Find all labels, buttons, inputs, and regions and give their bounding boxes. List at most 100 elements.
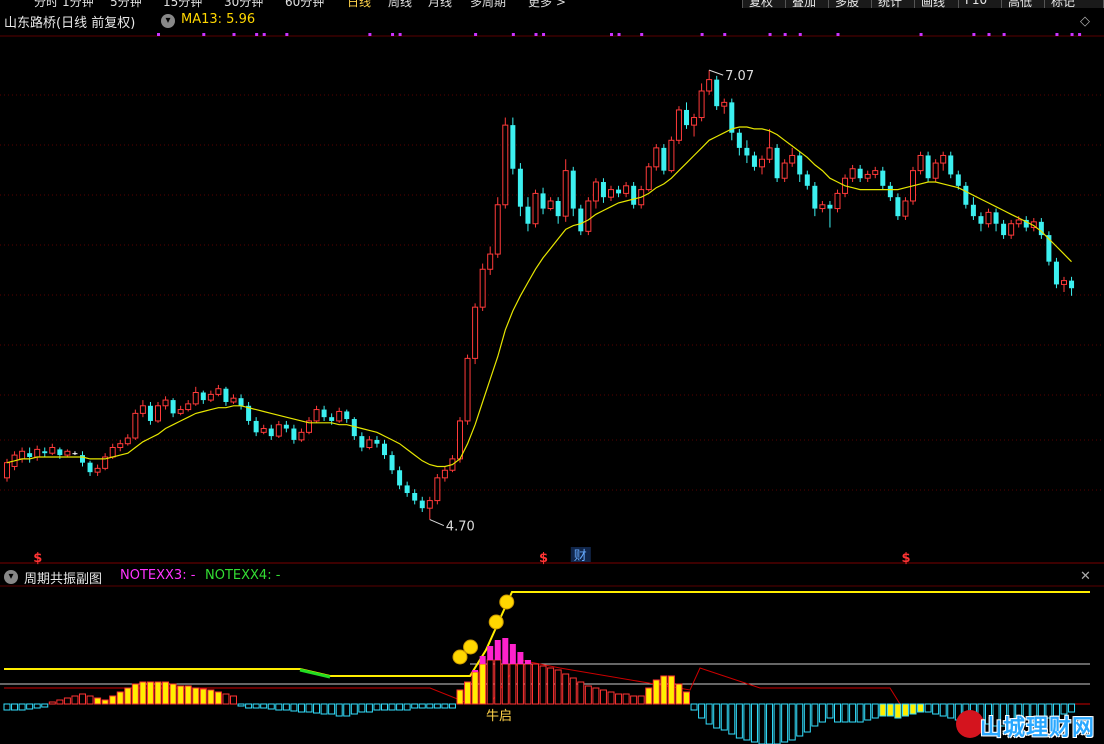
candle-body bbox=[162, 399, 169, 407]
candle-body bbox=[336, 410, 343, 422]
candle bbox=[691, 113, 698, 137]
histogram-bar bbox=[388, 703, 396, 711]
candle-body bbox=[600, 182, 606, 198]
candle-body bbox=[230, 397, 237, 403]
candle bbox=[714, 75, 720, 110]
candle bbox=[985, 208, 992, 228]
signal-dot bbox=[723, 33, 727, 36]
candle-body bbox=[668, 139, 675, 172]
candle-body bbox=[215, 388, 222, 395]
histogram-bar bbox=[524, 663, 532, 705]
candle-body bbox=[721, 101, 728, 107]
high-price-label: 7.07 bbox=[725, 69, 754, 84]
candle bbox=[540, 187, 546, 215]
candle-body bbox=[298, 431, 305, 441]
sub-yellow-line bbox=[4, 591, 1090, 677]
candle-body bbox=[608, 189, 614, 198]
histogram-bar bbox=[652, 679, 660, 705]
candle-body bbox=[510, 125, 516, 169]
histogram-bar bbox=[758, 703, 766, 744]
histogram-bar bbox=[509, 663, 517, 705]
candle bbox=[275, 420, 282, 439]
candle bbox=[759, 155, 765, 175]
low-price-label: 4.70 bbox=[446, 520, 475, 535]
histogram-bar bbox=[411, 703, 419, 709]
signal-dot bbox=[511, 33, 515, 36]
histogram-bar bbox=[358, 703, 366, 713]
histogram-bar bbox=[901, 703, 909, 717]
candle bbox=[464, 354, 471, 425]
candle bbox=[404, 481, 410, 497]
histogram-bar bbox=[131, 683, 139, 705]
histogram-bar bbox=[33, 703, 41, 709]
candle bbox=[177, 405, 184, 416]
histogram-bar bbox=[290, 703, 298, 712]
candlestick-chart[interactable]: 7.07 4.70 $ $ $ 财牛启 bbox=[0, 0, 1104, 744]
histogram-bar bbox=[177, 685, 185, 705]
histogram-bar bbox=[214, 691, 222, 705]
candle bbox=[781, 159, 788, 183]
candle bbox=[668, 136, 675, 173]
histogram-bar bbox=[48, 701, 56, 705]
candle-body bbox=[623, 185, 630, 194]
candle-body bbox=[502, 124, 509, 206]
candle-body bbox=[1015, 219, 1022, 225]
candle bbox=[661, 144, 667, 175]
candle bbox=[510, 117, 516, 175]
candle bbox=[1069, 276, 1075, 296]
histogram-bar bbox=[79, 693, 86, 705]
candle bbox=[804, 170, 810, 190]
signal-dot bbox=[987, 33, 991, 36]
histogram-bar bbox=[630, 695, 638, 705]
histogram-bar bbox=[886, 703, 894, 717]
candle bbox=[441, 466, 448, 482]
candle-body bbox=[804, 174, 810, 186]
histogram-bar bbox=[109, 695, 117, 705]
candle bbox=[260, 424, 267, 435]
histogram-bar bbox=[486, 659, 494, 705]
histogram-bar bbox=[252, 703, 260, 709]
bull-start-label: 牛启 bbox=[486, 709, 512, 724]
candle-body bbox=[457, 420, 463, 460]
signal-dot bbox=[534, 33, 538, 36]
histogram-bar bbox=[584, 685, 592, 705]
candle bbox=[721, 98, 728, 114]
histogram-bar bbox=[154, 681, 162, 705]
candle-body bbox=[631, 185, 637, 205]
histogram-bar bbox=[282, 703, 290, 711]
candle bbox=[321, 405, 327, 421]
histogram-bar bbox=[811, 703, 819, 727]
candle bbox=[283, 420, 289, 433]
candle-body bbox=[117, 443, 124, 448]
candle-body bbox=[155, 405, 161, 422]
candle-body bbox=[698, 90, 705, 119]
candle-body bbox=[661, 147, 667, 171]
signal-dot bbox=[1002, 33, 1006, 36]
histogram-bar bbox=[426, 703, 434, 709]
histogram-bar bbox=[683, 691, 690, 705]
candle bbox=[864, 170, 871, 183]
candle bbox=[751, 151, 757, 171]
candle bbox=[1061, 276, 1067, 292]
candle bbox=[268, 424, 274, 440]
candle bbox=[684, 102, 689, 129]
candle-body bbox=[532, 192, 539, 225]
resonance-bar bbox=[502, 638, 509, 664]
candle bbox=[744, 140, 750, 164]
candle-body bbox=[426, 500, 433, 509]
candle-body bbox=[872, 170, 879, 175]
candle bbox=[200, 390, 206, 404]
signal-dot bbox=[836, 33, 840, 36]
candle-body bbox=[389, 455, 395, 471]
resonance-bar bbox=[524, 660, 531, 664]
histogram-bar bbox=[18, 703, 26, 711]
histogram-bar bbox=[743, 703, 751, 741]
candle bbox=[359, 432, 365, 452]
candle bbox=[479, 263, 486, 311]
histogram-bar bbox=[773, 703, 781, 744]
histogram-bar bbox=[645, 687, 653, 705]
watermark: 山城理财网 bbox=[956, 704, 1102, 742]
finance-marker: 财 bbox=[574, 549, 587, 564]
histogram-bar bbox=[532, 663, 539, 705]
candle-body bbox=[691, 117, 698, 126]
